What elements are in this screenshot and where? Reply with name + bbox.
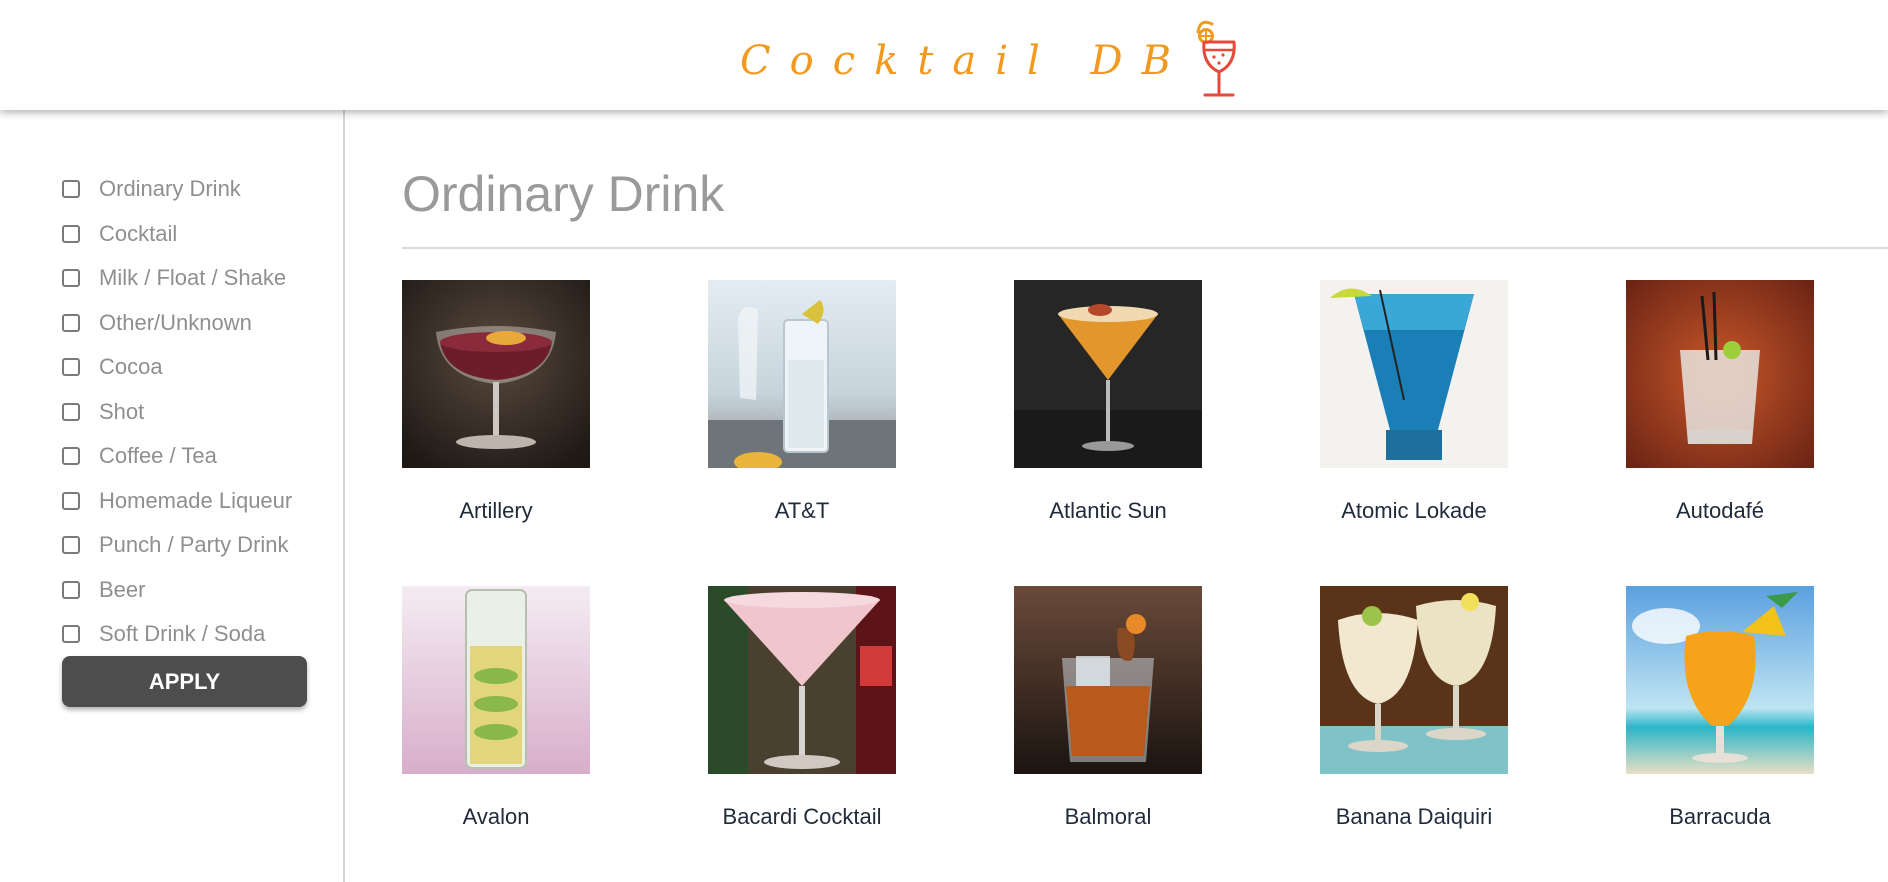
category-filter-list: Ordinary Drink Cocktail Milk / Float / S… [62, 167, 292, 657]
drink-card[interactable]: Atomic Lokade [1320, 280, 1508, 524]
drink-name[interactable]: Artillery [402, 498, 590, 524]
page-title: Ordinary Drink [402, 166, 725, 222]
drink-card[interactable]: Avalon [402, 586, 590, 830]
logo[interactable]: Cocktail DB [740, 14, 1248, 98]
checkbox[interactable] [62, 447, 80, 466]
drink-name[interactable]: Barracuda [1626, 804, 1814, 830]
drink-photo-highball-clear[interactable] [708, 280, 896, 468]
checkbox[interactable] [62, 536, 80, 555]
category-label: Cocktail [99, 220, 178, 246]
category-label: Cocoa [99, 354, 163, 380]
category-label: Shot [99, 398, 145, 424]
category-option-shot[interactable]: Shot [62, 390, 292, 435]
main-content: Ordinary Drink Artillery AT&T Atlantic S… [345, 110, 1888, 882]
drink-photo-frozen-daiquiri[interactable] [1320, 586, 1508, 774]
drink-card[interactable]: Balmoral [1014, 586, 1202, 830]
app-header: Cocktail DB [0, 0, 1888, 110]
category-option-homemade-liqueur[interactable]: Homemade Liqueur [62, 479, 292, 524]
category-option-ordinary-drink[interactable]: Ordinary Drink [62, 167, 292, 212]
checkbox[interactable] [62, 625, 80, 644]
category-option-soft-drink-soda[interactable]: Soft Drink / Soda [62, 612, 292, 657]
drink-card[interactable]: Banana Daiquiri [1320, 586, 1508, 830]
drink-photo-rocks-clear[interactable] [1626, 280, 1814, 468]
drink-name[interactable]: Bacardi Cocktail [708, 804, 896, 830]
category-label: Punch / Party Drink [99, 532, 289, 558]
category-option-beer[interactable]: Beer [62, 568, 292, 613]
logo-text: Cocktail DB [740, 38, 1191, 84]
drink-card[interactable]: Bacardi Cocktail [708, 586, 896, 830]
drink-photo-old-fashioned[interactable] [1014, 586, 1202, 774]
drink-name[interactable]: Autodafé [1626, 498, 1814, 524]
checkbox[interactable] [62, 358, 80, 377]
drink-photo-coupe-red[interactable] [402, 280, 590, 468]
cocktail-glass-icon [1196, 20, 1236, 97]
category-label: Other/Unknown [99, 309, 252, 335]
drink-name[interactable]: Atlantic Sun [1014, 498, 1202, 524]
drink-name[interactable]: Atomic Lokade [1320, 498, 1508, 524]
category-option-cocoa[interactable]: Cocoa [62, 345, 292, 390]
divider [402, 247, 1888, 249]
checkbox[interactable] [62, 224, 80, 243]
checkbox[interactable] [62, 580, 80, 599]
drink-name[interactable]: Balmoral [1014, 804, 1202, 830]
category-option-punch-party-drink[interactable]: Punch / Party Drink [62, 523, 292, 568]
drink-card[interactable]: Barracuda [1626, 586, 1814, 830]
category-label: Homemade Liqueur [99, 487, 293, 513]
category-label: Ordinary Drink [99, 176, 241, 202]
drink-card[interactable]: Artillery [402, 280, 590, 524]
apply-button[interactable]: APPLY [62, 656, 307, 707]
drink-name[interactable]: AT&T [708, 498, 896, 524]
drink-name[interactable]: Avalon [402, 804, 590, 830]
drink-photo-martini-orange[interactable] [1014, 280, 1202, 468]
category-option-milk-float-shake[interactable]: Milk / Float / Shake [62, 256, 292, 301]
checkbox[interactable] [62, 180, 80, 199]
checkbox[interactable] [62, 313, 80, 332]
drink-card[interactable]: Atlantic Sun [1014, 280, 1202, 524]
category-sidebar: Ordinary Drink Cocktail Milk / Float / S… [0, 110, 345, 882]
category-option-cocktail[interactable]: Cocktail [62, 212, 292, 257]
checkbox[interactable] [62, 402, 80, 421]
drink-card[interactable]: AT&T [708, 280, 896, 524]
drink-name[interactable]: Banana Daiquiri [1320, 804, 1508, 830]
category-label: Beer [99, 576, 146, 602]
category-label: Milk / Float / Shake [99, 265, 287, 291]
drink-photo-pink-martini[interactable] [708, 586, 896, 774]
checkbox[interactable] [62, 269, 80, 288]
category-option-other-unknown[interactable]: Other/Unknown [62, 301, 292, 346]
category-label: Soft Drink / Soda [99, 621, 266, 647]
drink-photo-cucumber-highball[interactable] [402, 586, 590, 774]
checkbox[interactable] [62, 491, 80, 510]
drink-card[interactable]: Autodafé [1626, 280, 1814, 524]
drink-photo-tropical-orange[interactable] [1626, 586, 1814, 774]
drink-photo-blue-cocktail[interactable] [1320, 280, 1508, 468]
category-label: Coffee / Tea [99, 443, 217, 469]
category-option-coffee-tea[interactable]: Coffee / Tea [62, 434, 292, 479]
